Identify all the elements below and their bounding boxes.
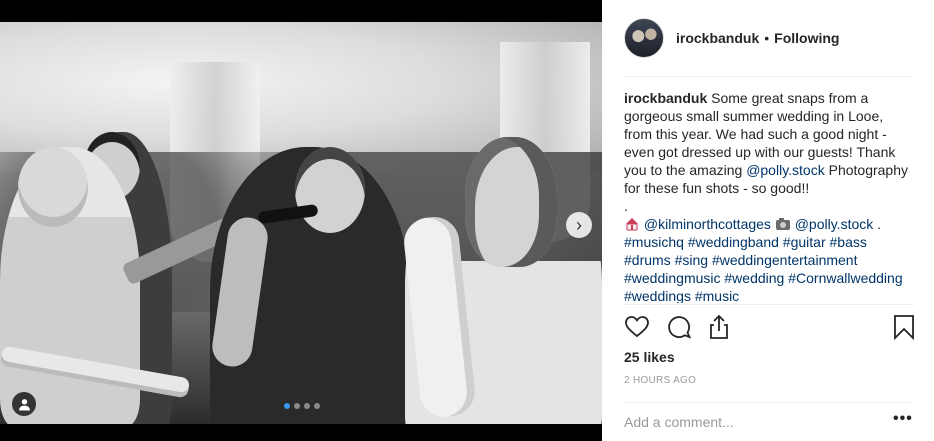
save-button[interactable]	[891, 314, 917, 341]
post-sidebar: irockbanduk • Following irockbanduk Some…	[602, 0, 934, 441]
comment-input[interactable]	[624, 412, 874, 432]
hashtag-list: #musichq #weddingband #guitar #bass #dru…	[624, 234, 903, 303]
post-caption: irockbanduk Some great snaps from a gorg…	[624, 89, 914, 303]
hashtag-link[interactable]: #weddings	[624, 288, 691, 303]
hashtag-link[interactable]: #weddingband	[688, 234, 779, 250]
post-photo[interactable]	[0, 22, 602, 424]
hashtag-link[interactable]: #drums	[624, 252, 671, 268]
user-icon	[18, 398, 30, 410]
hashtag-link[interactable]: #guitar	[783, 234, 826, 250]
mention-link[interactable]: @polly.stock	[746, 162, 825, 178]
divider	[624, 402, 914, 403]
post-header: irockbanduk • Following	[624, 16, 914, 60]
hashtag-link[interactable]: #sing	[675, 252, 708, 268]
heart-icon	[625, 316, 649, 338]
like-button[interactable]	[624, 314, 650, 340]
share-button[interactable]	[706, 314, 732, 340]
chevron-right-icon: ›	[576, 215, 582, 235]
carousel-indicator	[284, 403, 320, 409]
post-timestamp[interactable]: 2 HOURS AGO	[624, 375, 696, 386]
hashtag-link[interactable]: #weddingentertainment	[712, 252, 858, 268]
caption-dot-line: .	[624, 198, 628, 214]
hashtag-link[interactable]: #wedding	[724, 270, 784, 286]
carousel-next-button[interactable]: ›	[566, 212, 592, 238]
user-tags-button[interactable]	[12, 392, 36, 416]
caption-username[interactable]: irockbanduk	[624, 90, 707, 106]
carousel-dot	[294, 403, 300, 409]
circus-tent-icon	[626, 218, 638, 231]
comment-icon	[668, 316, 692, 339]
singer	[209, 147, 410, 424]
hashtag-link[interactable]: #bass	[830, 234, 867, 250]
following-button[interactable]: Following	[774, 30, 839, 46]
carousel-dot	[284, 403, 290, 409]
divider	[624, 304, 914, 305]
header-separator: •	[764, 30, 770, 46]
divider	[624, 76, 914, 77]
caption-text: .	[873, 216, 882, 232]
mention-link[interactable]: @polly.stock	[795, 216, 874, 232]
hashtag-link[interactable]: #weddingmusic	[624, 270, 721, 286]
avatar[interactable]	[624, 18, 664, 58]
header-username[interactable]: irockbanduk	[676, 30, 759, 46]
hashtag-link[interactable]: #music	[695, 288, 739, 303]
carousel-dot	[314, 403, 320, 409]
camera-icon	[775, 218, 790, 230]
carousel-dot	[304, 403, 310, 409]
like-count[interactable]: 25 likes	[624, 349, 675, 365]
hashtag-link[interactable]: #musichq	[624, 234, 684, 250]
more-options-button[interactable]: •••	[893, 411, 915, 432]
hashtag-link[interactable]: #Cornwallwedding	[788, 270, 902, 286]
bookmark-icon	[894, 315, 914, 341]
share-icon	[710, 314, 728, 339]
post-media: ›	[0, 0, 602, 441]
post-actions	[624, 314, 914, 342]
mention-link[interactable]: @kilminorthcottages	[644, 216, 771, 232]
comment-button[interactable]	[666, 314, 692, 340]
